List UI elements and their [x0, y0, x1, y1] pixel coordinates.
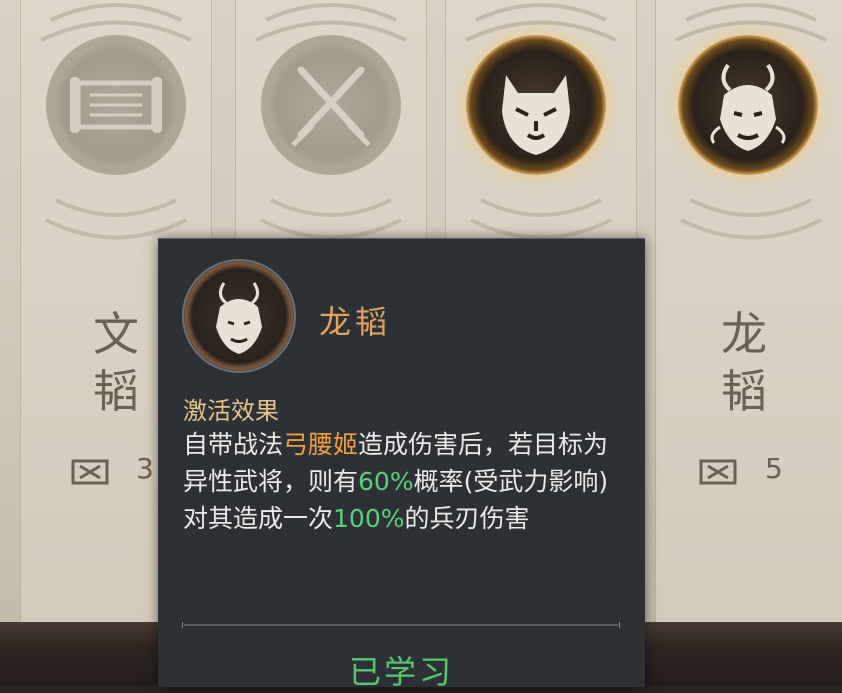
effect-description: 自带战法弓腰姬造成伤害后，若目标为异性武将，则有60%概率(受武力影响)对其造成… — [183, 426, 633, 537]
swords-emblem[interactable] — [261, 35, 401, 175]
dragon-icon — [710, 63, 786, 151]
scroll-count-icon — [71, 459, 109, 485]
card-wen-name-1: 文 — [93, 307, 139, 361]
tiger-emblem[interactable] — [466, 35, 606, 175]
probability-highlight: 60% — [358, 467, 414, 496]
card-wen-name-2: 韬 — [93, 364, 139, 418]
card-long-name-1: 龙 — [721, 307, 767, 361]
effect-text-segment: 的兵刃伤害 — [404, 504, 530, 533]
card-long-name-2: 韬 — [721, 364, 767, 418]
effect-text-segment: 自带战法 — [183, 430, 284, 459]
popup-title: 龙韬 — [319, 303, 392, 341]
dragon-icon — [216, 282, 262, 354]
strategy-detail-popup: 龙韬 激活效果 自带战法弓腰姬造成伤害后，若目标为异性武将，则有60%概率(受武… — [158, 238, 645, 691]
effect-heading: 激活效果 — [183, 397, 279, 425]
dragon-emblem[interactable] — [678, 35, 818, 175]
learned-status: 已学习 — [348, 653, 454, 691]
scroll-count-icon — [699, 459, 737, 485]
divider — [182, 622, 620, 628]
scroll-icon — [70, 77, 162, 133]
damage-rate-highlight: 100% — [333, 504, 405, 533]
tiger-icon — [502, 75, 570, 155]
card-long-count: 5 — [765, 452, 783, 485]
card-wen-count: 3 — [136, 452, 154, 485]
scroll-emblem[interactable] — [46, 35, 186, 175]
popup-emblem — [182, 259, 296, 373]
tactic-name-highlight: 弓腰姬 — [283, 430, 359, 459]
crossed-swords-icon — [291, 66, 371, 147]
